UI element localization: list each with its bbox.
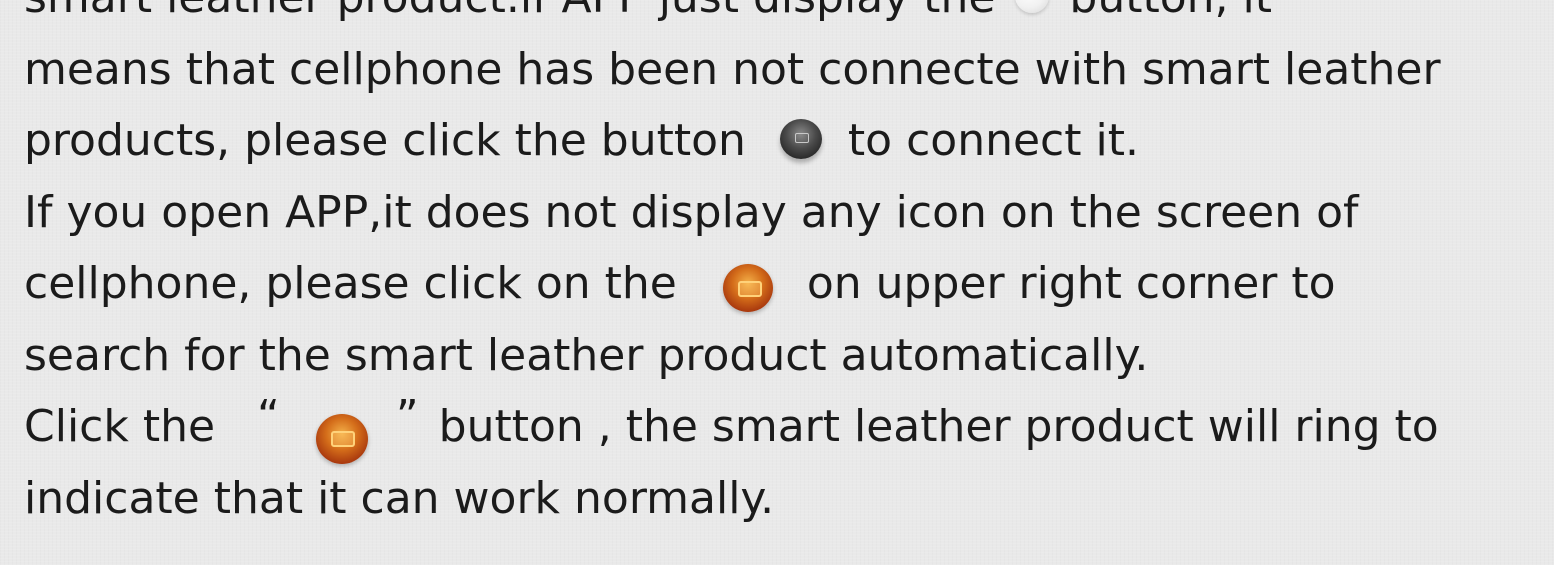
text-line-3: If you open APP,it does not display any …	[24, 186, 1359, 238]
text-line-6: Click the “ ” button , the smart leather pr…	[24, 391, 1549, 464]
line-2-text-end: to connect it.	[847, 115, 1139, 166]
text-line-0: smart leather product.if APP just displa…	[24, 0, 1549, 34]
open-quote: “	[257, 391, 280, 442]
line-6-text-start: Click the	[24, 401, 216, 452]
line-4-text-end: on upper right corner to	[806, 258, 1336, 309]
line-2-text-start: products, please click the button	[24, 115, 746, 166]
text-line-2: products, please click the button to conn…	[24, 105, 1549, 177]
close-quote: ”	[395, 391, 419, 442]
white-circle-button-icon	[1015, 0, 1050, 13]
connect-button-icon	[779, 119, 822, 159]
line-4-text-start: cellphone, please click on the	[24, 258, 677, 309]
search-button-icon	[722, 264, 773, 312]
text-line-5: search for the smart leather product aut…	[24, 329, 1149, 381]
line-0-text-start: smart leather product.if APP just displa…	[24, 0, 995, 23]
text-line-7: indicate that it can work normally.	[24, 472, 775, 524]
line-6-text-end: button , the smart leather product will …	[438, 401, 1439, 452]
text-line-4: cellphone, please click on the on upper r…	[24, 248, 1549, 320]
line-0-text-end: button, it	[1069, 0, 1272, 23]
instruction-paragraph: smart leather product.if APP just displa…	[24, 0, 1549, 534]
instruction-page: smart leather product.if APP just displa…	[0, 0, 1554, 565]
text-line-1: means that cellphone has been not connec…	[24, 43, 1441, 95]
ring-button-icon	[315, 414, 368, 464]
